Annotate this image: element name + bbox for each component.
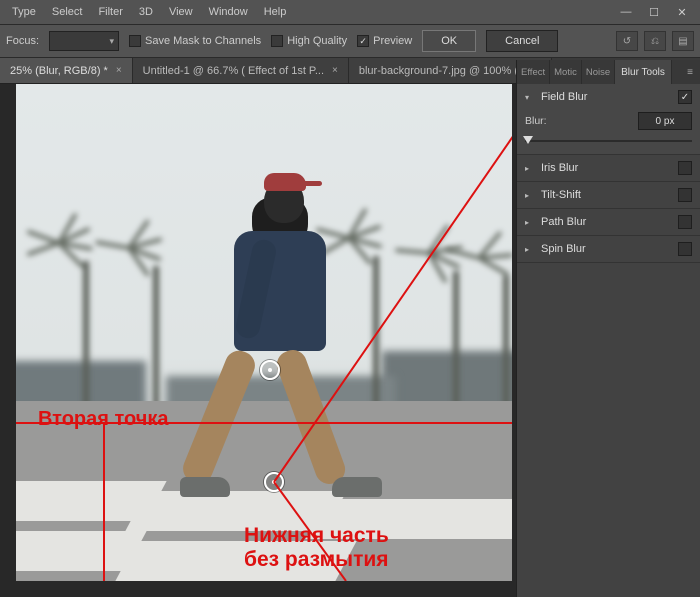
menu-type[interactable]: Type (4, 6, 44, 18)
high-quality-label: High Quality (287, 35, 347, 47)
panel-tab-effect[interactable]: Effect (517, 60, 550, 84)
doc-tab-label: blur-background-7.jpg @ 100% (... (359, 65, 527, 77)
section-header[interactable]: ▸ Iris Blur (525, 161, 692, 175)
panel-tab-motion[interactable]: Motic (550, 60, 582, 84)
panel-tab-noise[interactable]: Noise (582, 60, 615, 84)
triangle-right-icon: ▸ (525, 191, 535, 200)
section-checkbox[interactable] (678, 161, 692, 175)
annotation-text-bottom2: без размытия (244, 548, 389, 572)
close-icon[interactable]: × (332, 65, 338, 76)
section-checkbox[interactable]: ✓ (678, 90, 692, 104)
section-title: Spin Blur (541, 243, 586, 255)
window-controls: — ☐ ✕ (612, 2, 696, 22)
panel-tab-blur-tools[interactable]: Blur Tools (615, 60, 672, 84)
focus-label: Focus: (6, 35, 39, 47)
section-field-blur: ▾ Field Blur ✓ Blur: 0 px (517, 84, 700, 155)
maximize-button[interactable]: ☐ (640, 2, 668, 22)
palm-tree (476, 236, 512, 421)
annotation-text-bottom1: Нижняя часть (244, 524, 389, 548)
menu-bar: Type Select Filter 3D View Window Help —… (0, 0, 700, 24)
section-header[interactable]: ▸ Tilt-Shift (525, 188, 692, 202)
section-title: Tilt-Shift (541, 189, 581, 201)
checkbox-box (271, 35, 283, 47)
save-mask-label: Save Mask to Channels (145, 35, 261, 47)
preview-label: Preview (373, 35, 412, 47)
annotation-text-point2: Вторая точка (38, 408, 169, 431)
doc-tab-label: Untitled-1 @ 66.7% ( Effect of 1st P... (143, 65, 324, 77)
section-iris-blur: ▸ Iris Blur (517, 155, 700, 182)
section-checkbox[interactable] (678, 242, 692, 256)
doc-tab-label: 25% (Blur, RGB/8) * (10, 65, 108, 77)
blur-value-input[interactable]: 0 px (638, 112, 692, 130)
canvas[interactable]: Вторая точка Нижняя часть без размытия (16, 84, 512, 581)
close-icon[interactable]: × (116, 65, 122, 76)
menu-window[interactable]: Window (201, 6, 256, 18)
section-spin-blur: ▸ Spin Blur (517, 236, 700, 263)
section-title: Iris Blur (541, 162, 578, 174)
preview-checkbox[interactable]: ✓ Preview (357, 35, 412, 47)
blur-row: Blur: 0 px (525, 112, 692, 130)
cancel-button[interactable]: Cancel (486, 30, 558, 52)
panel-tabs: Effect Motic Noise Blur Tools ≡ (517, 60, 700, 84)
doc-tab-active[interactable]: 25% (Blur, RGB/8) * × (0, 58, 133, 83)
section-tilt-shift: ▸ Tilt-Shift (517, 182, 700, 209)
focus-dropdown[interactable]: ▾ (49, 31, 119, 51)
checkbox-box: ✓ (357, 35, 369, 47)
section-title: Field Blur (541, 91, 587, 103)
section-header[interactable]: ▸ Path Blur (525, 215, 692, 229)
blur-slider[interactable] (525, 134, 692, 148)
save-mask-checkbox[interactable]: Save Mask to Channels (129, 35, 261, 47)
right-panel: Effect Motic Noise Blur Tools ≡ ▾ Field … (516, 60, 700, 597)
options-bar: Focus: ▾ Save Mask to Channels High Qual… (0, 24, 700, 58)
high-quality-checkbox[interactable]: High Quality (271, 35, 347, 47)
options-icons: ↺ ⎌ ▤ (616, 31, 694, 51)
minimize-button[interactable]: — (612, 2, 640, 22)
panel-menu-icon[interactable]: ≡ (680, 60, 700, 84)
section-header[interactable]: ▾ Field Blur ✓ (525, 90, 692, 104)
reset-icon[interactable]: ↺ (616, 31, 638, 51)
chevron-down-icon: ▾ (109, 36, 114, 47)
photo-person (186, 179, 366, 499)
section-title: Path Blur (541, 216, 586, 228)
blur-pin[interactable] (260, 360, 280, 380)
more-icon[interactable]: ▤ (672, 31, 694, 51)
close-button[interactable]: ✕ (668, 2, 696, 22)
section-checkbox[interactable] (678, 188, 692, 202)
workspace: Вторая точка Нижняя часть без размытия (0, 84, 516, 597)
menu-3d[interactable]: 3D (131, 6, 161, 18)
ok-button[interactable]: OK (422, 30, 476, 52)
doc-tab[interactable]: Untitled-1 @ 66.7% ( Effect of 1st P... … (133, 58, 349, 83)
menu-filter[interactable]: Filter (90, 6, 130, 18)
triangle-down-icon: ▾ (525, 93, 535, 102)
triangle-right-icon: ▸ (525, 164, 535, 173)
palm-tree (126, 226, 186, 421)
annotation-line (103, 422, 105, 581)
menu-view[interactable]: View (161, 6, 201, 18)
triangle-right-icon: ▸ (525, 218, 535, 227)
menu-select[interactable]: Select (44, 6, 91, 18)
blur-pin[interactable] (264, 472, 284, 492)
section-path-blur: ▸ Path Blur (517, 209, 700, 236)
brush-icon[interactable]: ⎌ (644, 31, 666, 51)
blur-label: Blur: (525, 115, 547, 127)
checkbox-box (129, 35, 141, 47)
section-header[interactable]: ▸ Spin Blur (525, 242, 692, 256)
menu-help[interactable]: Help (256, 6, 295, 18)
triangle-right-icon: ▸ (525, 245, 535, 254)
section-checkbox[interactable] (678, 215, 692, 229)
